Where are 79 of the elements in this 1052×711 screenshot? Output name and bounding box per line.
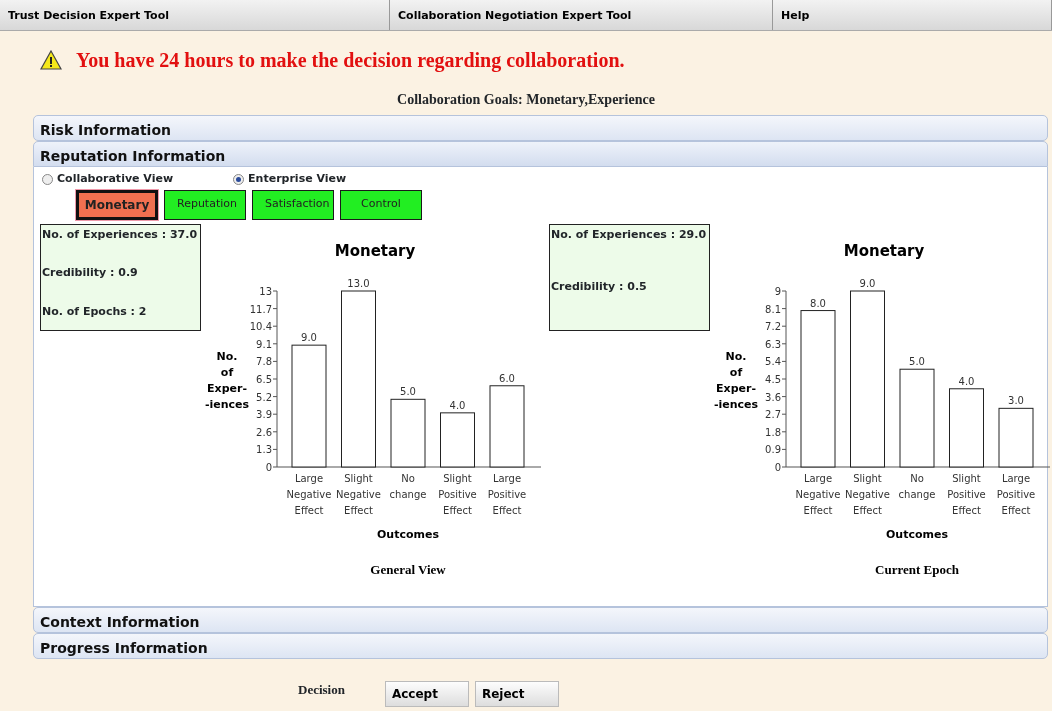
category-label: No change	[389, 472, 427, 500]
tab[interactable]: Satisfaction	[252, 189, 334, 220]
tick-label: 9.1	[256, 338, 272, 350]
tab[interactable]: Control	[340, 189, 422, 220]
menu-item[interactable]: Collaboration Negotiation Expert Tool	[390, 0, 773, 30]
chart-caption: General View	[370, 561, 446, 577]
category-label: Slight Positive Effect	[947, 472, 986, 516]
data-label: 3.0	[1008, 394, 1024, 406]
data-label: 6.0	[499, 372, 515, 384]
chart-title: Monetary	[843, 241, 925, 260]
info-text: Credibility : 0.5	[551, 279, 648, 295]
tick-label: 7.8	[256, 355, 272, 367]
tab[interactable]: Monetary	[76, 189, 158, 220]
radio-label: Collaborative View	[57, 171, 174, 187]
tick-label: 13	[259, 285, 272, 297]
category-label: Slight Positive Effect	[438, 472, 477, 516]
tick-label: 6.5	[256, 373, 272, 385]
tick-label: 1.3	[256, 443, 272, 455]
section-header[interactable]: Progress Information	[33, 633, 1048, 659]
category-label: Slight Negative Effect	[336, 472, 381, 516]
category-label: Large Negative Effect	[795, 472, 841, 516]
tick-label: 0	[265, 461, 272, 473]
tick-label: 10.4	[249, 320, 272, 332]
tick-label: 2.7	[765, 408, 781, 420]
data-label: 9.0	[859, 277, 876, 289]
tick-label: 11.7	[249, 303, 272, 315]
axis-title: Outcomes	[377, 527, 439, 541]
tick-label: 4.5	[765, 373, 781, 385]
category-label: Slight Negative Effect	[845, 472, 890, 516]
info-text: No. of Experiences : 29.0	[551, 226, 708, 243]
decision-button[interactable]: Reject	[474, 681, 559, 707]
tick-label: 6.3	[765, 338, 781, 350]
radio-label: Enterprise View	[248, 171, 347, 187]
category-label: No change	[898, 472, 936, 500]
category-label: Large Negative Effect	[286, 472, 332, 516]
chart-caption: Current Epoch	[875, 561, 959, 577]
category-label: Large Positive Effect	[487, 472, 527, 516]
data-label: 5.0	[909, 355, 925, 367]
tick-label: 3.6	[765, 391, 781, 403]
info-text: No. of Experiences : 37.0	[42, 226, 199, 243]
tick-label: 9	[774, 285, 781, 297]
info-text: Credibility : 0.9	[42, 265, 139, 281]
axis-title: No. of Exper- -iences	[205, 349, 250, 411]
section-header[interactable]: Reputation Information	[33, 141, 1048, 167]
tab[interactable]: Reputation	[164, 189, 246, 220]
section-header[interactable]: Risk Information	[33, 115, 1048, 141]
tick-label: 0	[774, 461, 781, 473]
warning-icon	[40, 50, 62, 70]
data-label: 4.0	[958, 375, 975, 387]
category-label: Large Positive Effect	[996, 472, 1036, 516]
tick-label: 0.9	[765, 443, 781, 455]
tick-label: 2.6	[256, 426, 272, 438]
menu-item[interactable]: Help	[773, 0, 1052, 30]
menu-item[interactable]: Trust Decision Expert Tool	[0, 0, 390, 30]
tick-label: 5.2	[256, 391, 272, 403]
decision-button[interactable]: Accept	[384, 681, 469, 707]
tick-label: 1.8	[765, 426, 781, 438]
data-label: 9.0	[301, 331, 317, 343]
radio-button[interactable]	[42, 173, 53, 185]
data-label: 4.0	[449, 399, 466, 411]
tick-label: 8.1	[765, 303, 781, 315]
info-text: No. of Epochs : 2	[42, 303, 148, 320]
data-label: 5.0	[400, 385, 416, 397]
chart-title: Monetary	[334, 241, 416, 260]
tick-label: 3.9	[256, 408, 272, 420]
bar	[390, 398, 426, 467]
decision-label: Decision	[298, 681, 345, 700]
data-label: 8.0	[810, 297, 826, 309]
bar	[440, 411, 475, 467]
bar	[998, 407, 1034, 467]
tick-label: 7.2	[765, 320, 781, 332]
data-label: 13.0	[347, 277, 370, 289]
warning-message: You have 24 hours to make the decision regarding collaboration.	[76, 48, 625, 74]
axis-title: Outcomes	[886, 527, 948, 541]
axis-title: No. of Exper- -iences	[714, 349, 759, 411]
radio-button[interactable]	[233, 173, 245, 185]
collaboration-goals: Collaboration Goals: Monetary,Experience	[396, 91, 656, 109]
section-header[interactable]: Context Information	[33, 607, 1048, 633]
tick-label: 5.4	[765, 355, 781, 367]
